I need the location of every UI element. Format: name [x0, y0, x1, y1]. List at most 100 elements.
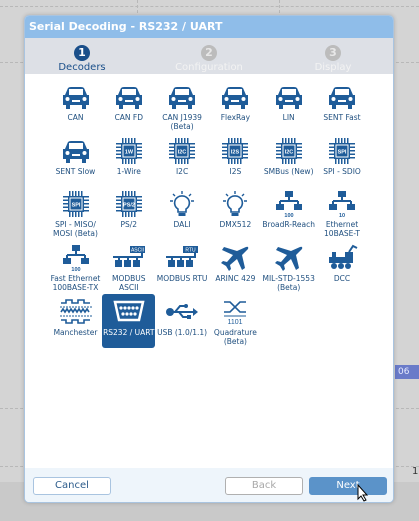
decoder-label: Quadrature (Beta) — [213, 327, 257, 346]
decoder-label: DCC — [333, 274, 351, 284]
chip-icon: PS/2 — [115, 191, 142, 218]
decoder-can-fd[interactable]: CAN FD — [102, 79, 155, 133]
decoder-dmx512[interactable]: DMX512 — [209, 186, 262, 240]
decoder-label: 1-Wire — [116, 166, 141, 176]
decoder-modbus-rtu[interactable]: RTU MODBUS RTU — [156, 240, 209, 294]
svg-text:100: 100 — [71, 267, 80, 272]
decoder-1-wire[interactable]: 1W 1-Wire — [102, 133, 155, 187]
decoder-dcc[interactable]: DCC — [316, 240, 369, 294]
decoder-can-j1939-beta[interactable]: CAN J1939 (Beta) — [156, 79, 209, 133]
decoder-sent-fast[interactable]: SENT Fast — [316, 79, 369, 133]
step-label: Decoders — [58, 62, 106, 73]
car-icon — [115, 87, 142, 109]
car-icon — [62, 87, 89, 109]
back-button[interactable]: Back — [225, 477, 303, 495]
svg-text:ASCII: ASCII — [131, 248, 144, 254]
network-icon: 10 — [329, 191, 355, 218]
step-display[interactable]: 3 Display — [273, 41, 393, 73]
svg-text:10: 10 — [339, 213, 345, 218]
serial-decoding-dialog: Serial Decoding - RS232 / UART 1 Decoders… — [24, 15, 394, 503]
chip-icon: I2C — [169, 137, 196, 164]
dialog-footer: Cancel Back Next — [25, 468, 393, 502]
wave-icon — [59, 298, 92, 324]
car-icon — [329, 87, 355, 109]
step-label: Display — [314, 62, 352, 73]
decoder-label: SPI - MISO/ MOSI (Beta) — [53, 220, 98, 239]
svg-text:RTU: RTU — [186, 248, 197, 254]
decoder-spi-miso-mosi-beta[interactable]: SPI SPI - MISO/ MOSI (Beta) — [49, 186, 102, 240]
decoder-label: SMBus (New) — [263, 166, 314, 176]
wizard-steps: 1 Decoders 2 Configuration 3 Display — [25, 38, 393, 74]
step-label: Configuration — [175, 62, 243, 73]
decoder-ps-2[interactable]: PS/2 PS/2 — [102, 186, 155, 240]
quadrature-icon: 1101 — [224, 300, 247, 326]
decoder-label: BroadR-Reach — [262, 220, 315, 230]
decoder-label: SPI - SDIO — [323, 166, 361, 176]
decoder-dali[interactable]: DALI — [156, 186, 209, 240]
cancel-button[interactable]: Cancel — [33, 477, 111, 495]
decoder-label: SENT Slow — [55, 166, 96, 176]
decoder-ethernet-10base-t[interactable]: 10 Ethernet 10BASE-T — [316, 186, 369, 240]
car-icon — [275, 87, 302, 109]
decoder-spi-sdio[interactable]: SPI SPI - SDIO — [316, 133, 369, 187]
decoder-grid: CAN CAN FD CAN J1939 (Beta) FlexRay LIN SENT … — [25, 74, 393, 468]
chip-icon: 1W — [115, 137, 142, 164]
decoder-label: RS232 / UART — [103, 327, 155, 337]
step-number: 2 — [201, 45, 217, 61]
decoder-rs232-uart[interactable]: RS232 / UART — [102, 293, 156, 348]
decoder-usb-1-0-1-1[interactable]: USB (1.0/1.1) — [156, 294, 209, 348]
svg-text:SPI: SPI — [71, 203, 80, 209]
chip-icon: SPI — [62, 191, 89, 218]
decoder-label: MODBUS RTU — [156, 274, 208, 284]
usb-icon — [166, 303, 199, 319]
svg-text:I2C: I2C — [284, 149, 293, 155]
decoder-label: I2S — [229, 166, 242, 176]
decoder-label: DMX512 — [219, 220, 252, 230]
decoder-quadrature-beta[interactable]: 1101 Quadrature (Beta) — [209, 294, 262, 348]
decoder-label: SENT Fast — [323, 113, 361, 122]
network-icon: 100 — [62, 245, 89, 272]
plane-icon — [221, 246, 249, 272]
decoder-mil-std-1553-beta[interactable]: MIL-STD-1553 (Beta) — [262, 240, 315, 294]
decoder-lin[interactable]: LIN — [262, 79, 315, 133]
bus-icon: RTU — [166, 246, 199, 268]
decoder-fast-ethernet-100base-tx[interactable]: 100 Fast Ethernet 100BASE-TX — [49, 240, 102, 294]
serial-icon — [113, 300, 145, 322]
decoder-label: Ethernet 10BASE-T — [324, 220, 360, 239]
decoder-label: CAN — [67, 113, 84, 122]
decoder-sent-slow[interactable]: SENT Slow — [49, 133, 102, 187]
decoder-label: LIN — [282, 113, 295, 122]
decoder-can[interactable]: CAN — [49, 79, 102, 133]
decoder-flexray[interactable]: FlexRay — [209, 79, 262, 133]
decoder-label: I2C — [175, 166, 189, 176]
decoder-arinc-429[interactable]: ARINC 429 — [209, 240, 262, 294]
svg-text:I2S: I2S — [231, 149, 240, 155]
chip-icon: SPI — [329, 137, 355, 164]
decoder-label: Manchester — [53, 327, 98, 337]
decoder-label: ARINC 429 — [215, 274, 256, 284]
car-icon — [62, 140, 89, 163]
decoder-label: PS/2 — [120, 220, 138, 230]
background-axis-number: 1 — [412, 466, 419, 477]
decoder-i2c[interactable]: I2C I2C — [156, 133, 209, 187]
svg-text:SPI: SPI — [338, 149, 347, 155]
plane-icon — [274, 246, 302, 272]
decoder-label: MIL-STD-1553 (Beta) — [262, 274, 315, 293]
decoder-label: MODBUS ASCII — [112, 274, 146, 293]
step-configuration[interactable]: 2 Configuration — [149, 41, 269, 73]
decoder-manchester[interactable]: Manchester — [49, 294, 102, 348]
train-icon — [329, 244, 358, 270]
next-button[interactable]: Next — [309, 477, 387, 495]
svg-text:1W: 1W — [125, 149, 134, 155]
car-icon — [222, 87, 249, 109]
decoder-broadr-reach[interactable]: 100 BroadR-Reach — [262, 186, 315, 240]
decoder-modbus-ascii[interactable]: ASCII MODBUS ASCII — [102, 240, 155, 294]
mouse-cursor-icon — [357, 484, 369, 502]
decoder-smbus-new[interactable]: I2C SMBus (New) — [262, 133, 315, 187]
decoder-i2s[interactable]: I2S I2S — [209, 133, 262, 187]
car-icon — [169, 87, 196, 109]
chip-icon: I2C — [275, 137, 302, 164]
bulb-icon — [170, 191, 195, 217]
decoder-label: CAN J1939 (Beta) — [162, 113, 202, 131]
step-decoders[interactable]: 1 Decoders — [25, 41, 142, 73]
